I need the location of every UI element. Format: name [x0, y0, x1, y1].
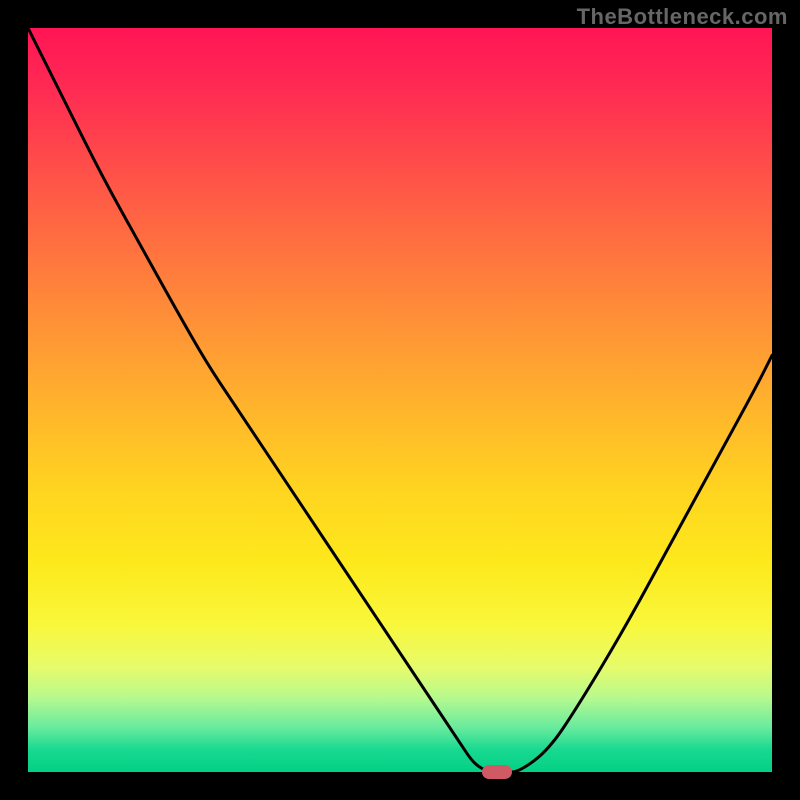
bottleneck-curve: [28, 28, 772, 772]
plot-area: [28, 28, 772, 772]
optimal-marker: [482, 765, 512, 779]
watermark-text: TheBottleneck.com: [577, 4, 788, 30]
chart-stage: TheBottleneck.com: [0, 0, 800, 800]
